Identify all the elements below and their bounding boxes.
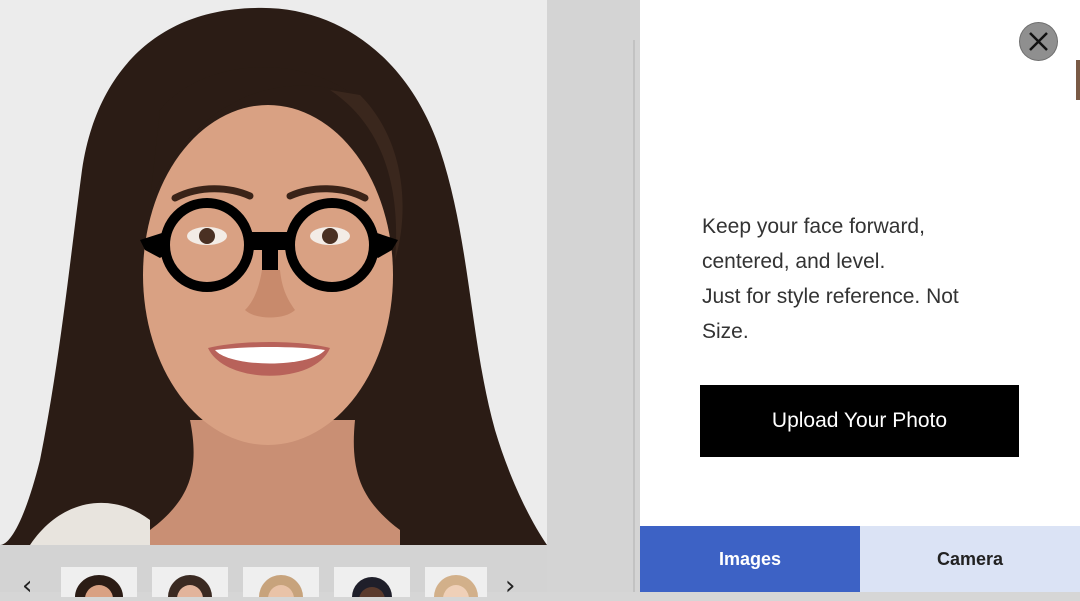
source-tabs: Images Camera: [640, 526, 1080, 592]
tab-images[interactable]: Images: [640, 526, 860, 592]
model-photo: [0, 0, 547, 545]
model-thumbnail[interactable]: [425, 567, 487, 597]
upload-panel: Keep your face forward, centered, and le…: [640, 0, 1080, 592]
model-thumbnail[interactable]: [334, 567, 410, 597]
tab-camera[interactable]: Camera: [860, 526, 1080, 592]
instruction-line: centered, and level.: [702, 250, 886, 273]
close-button[interactable]: [1020, 23, 1057, 60]
upload-photo-button[interactable]: Upload Your Photo: [700, 385, 1019, 457]
chevron-right-icon[interactable]: ›: [505, 573, 515, 599]
close-icon: [1029, 32, 1048, 51]
photo-instructions: Keep your face forward, centered, and le…: [702, 209, 1022, 349]
instruction-line: Size.: [702, 320, 749, 343]
chevron-left-icon[interactable]: ‹: [22, 573, 32, 599]
model-face-illustration: [0, 7, 547, 545]
model-thumbnail[interactable]: [61, 567, 137, 597]
try-on-preview: ‹ ›: [0, 0, 640, 599]
model-thumbnail[interactable]: [243, 567, 319, 597]
model-thumbnail[interactable]: [152, 567, 228, 597]
instruction-line: Keep your face forward,: [702, 215, 925, 238]
page-edge-fragment: [1076, 60, 1080, 100]
instruction-line: Just for style reference. Not: [702, 285, 959, 308]
model-thumbnail-strip: ‹ ›: [0, 545, 547, 599]
preview-background: [547, 0, 640, 592]
scrollbar-track[interactable]: [633, 40, 635, 592]
